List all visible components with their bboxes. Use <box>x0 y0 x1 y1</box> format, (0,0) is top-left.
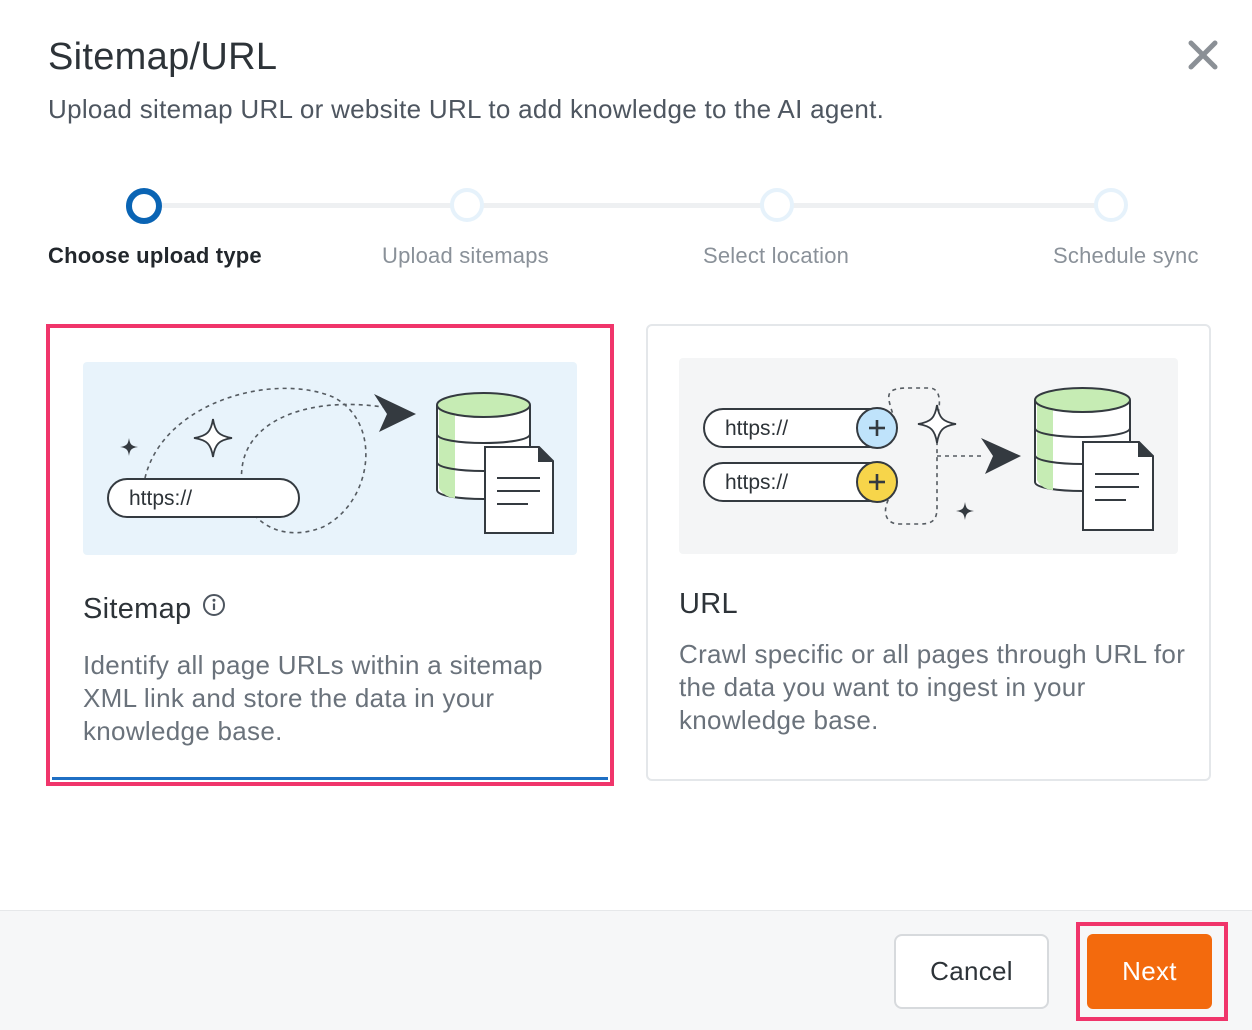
step-indicator-schedule-sync <box>1094 188 1128 222</box>
sitemap-option-description: Identify all page URLs within a sitemap … <box>83 650 543 746</box>
arrow-icon <box>981 438 1021 474</box>
arrow-icon <box>374 394 416 432</box>
plus-icon <box>856 461 898 503</box>
info-icon[interactable] <box>202 592 226 625</box>
document-icon <box>484 446 554 534</box>
sparkle-icon <box>917 404 957 444</box>
step-indicator-select-location <box>760 188 794 222</box>
sparkle-icon <box>956 502 974 520</box>
sitemap-illustration: https:// <box>83 362 577 555</box>
next-button[interactable]: Next <box>1087 934 1212 1009</box>
step-label-schedule-sync: Schedule sync <box>1053 243 1199 268</box>
dialog-title: Sitemap/URL <box>48 36 278 78</box>
url-placeholder-1: https:// <box>725 417 788 440</box>
sitemap-option-card[interactable]: https:// Sitemap Identify all page URLs … <box>46 324 614 786</box>
step-label-select-location: Select location <box>703 243 850 268</box>
stepper-track <box>145 203 1113 208</box>
sitemap-url-dialog: Sitemap/URL Upload sitemap URL or websit… <box>0 0 1252 1030</box>
url-option-description: Crawl specific or all pages through URL … <box>679 639 1186 735</box>
step-indicator-choose-upload-type <box>126 188 162 224</box>
url-illustration: https:// https:// <box>679 358 1178 554</box>
url-option-title: URL <box>679 588 738 620</box>
url-option-card[interactable]: https:// https:// URL Crawl specific or … <box>646 324 1211 781</box>
cancel-button[interactable]: Cancel <box>894 934 1049 1009</box>
step-label-upload-sitemaps: Upload sitemaps <box>382 243 549 268</box>
dialog-footer <box>0 910 1252 1030</box>
dialog-subtitle: Upload sitemap URL or website URL to add… <box>48 94 885 124</box>
sitemap-url-placeholder: https:// <box>129 487 192 510</box>
sitemap-option-title: Sitemap <box>83 593 226 626</box>
url-placeholder-2: https:// <box>725 471 788 494</box>
sparkle-icon <box>120 438 138 456</box>
step-indicator-upload-sitemaps <box>450 188 484 222</box>
sparkle-icon <box>193 418 233 458</box>
close-icon[interactable] <box>1182 34 1224 76</box>
step-label-choose-upload-type: Choose upload type <box>48 243 262 268</box>
document-icon <box>1082 441 1154 531</box>
plus-icon <box>856 407 898 449</box>
sitemap-title-text: Sitemap <box>83 593 192 625</box>
